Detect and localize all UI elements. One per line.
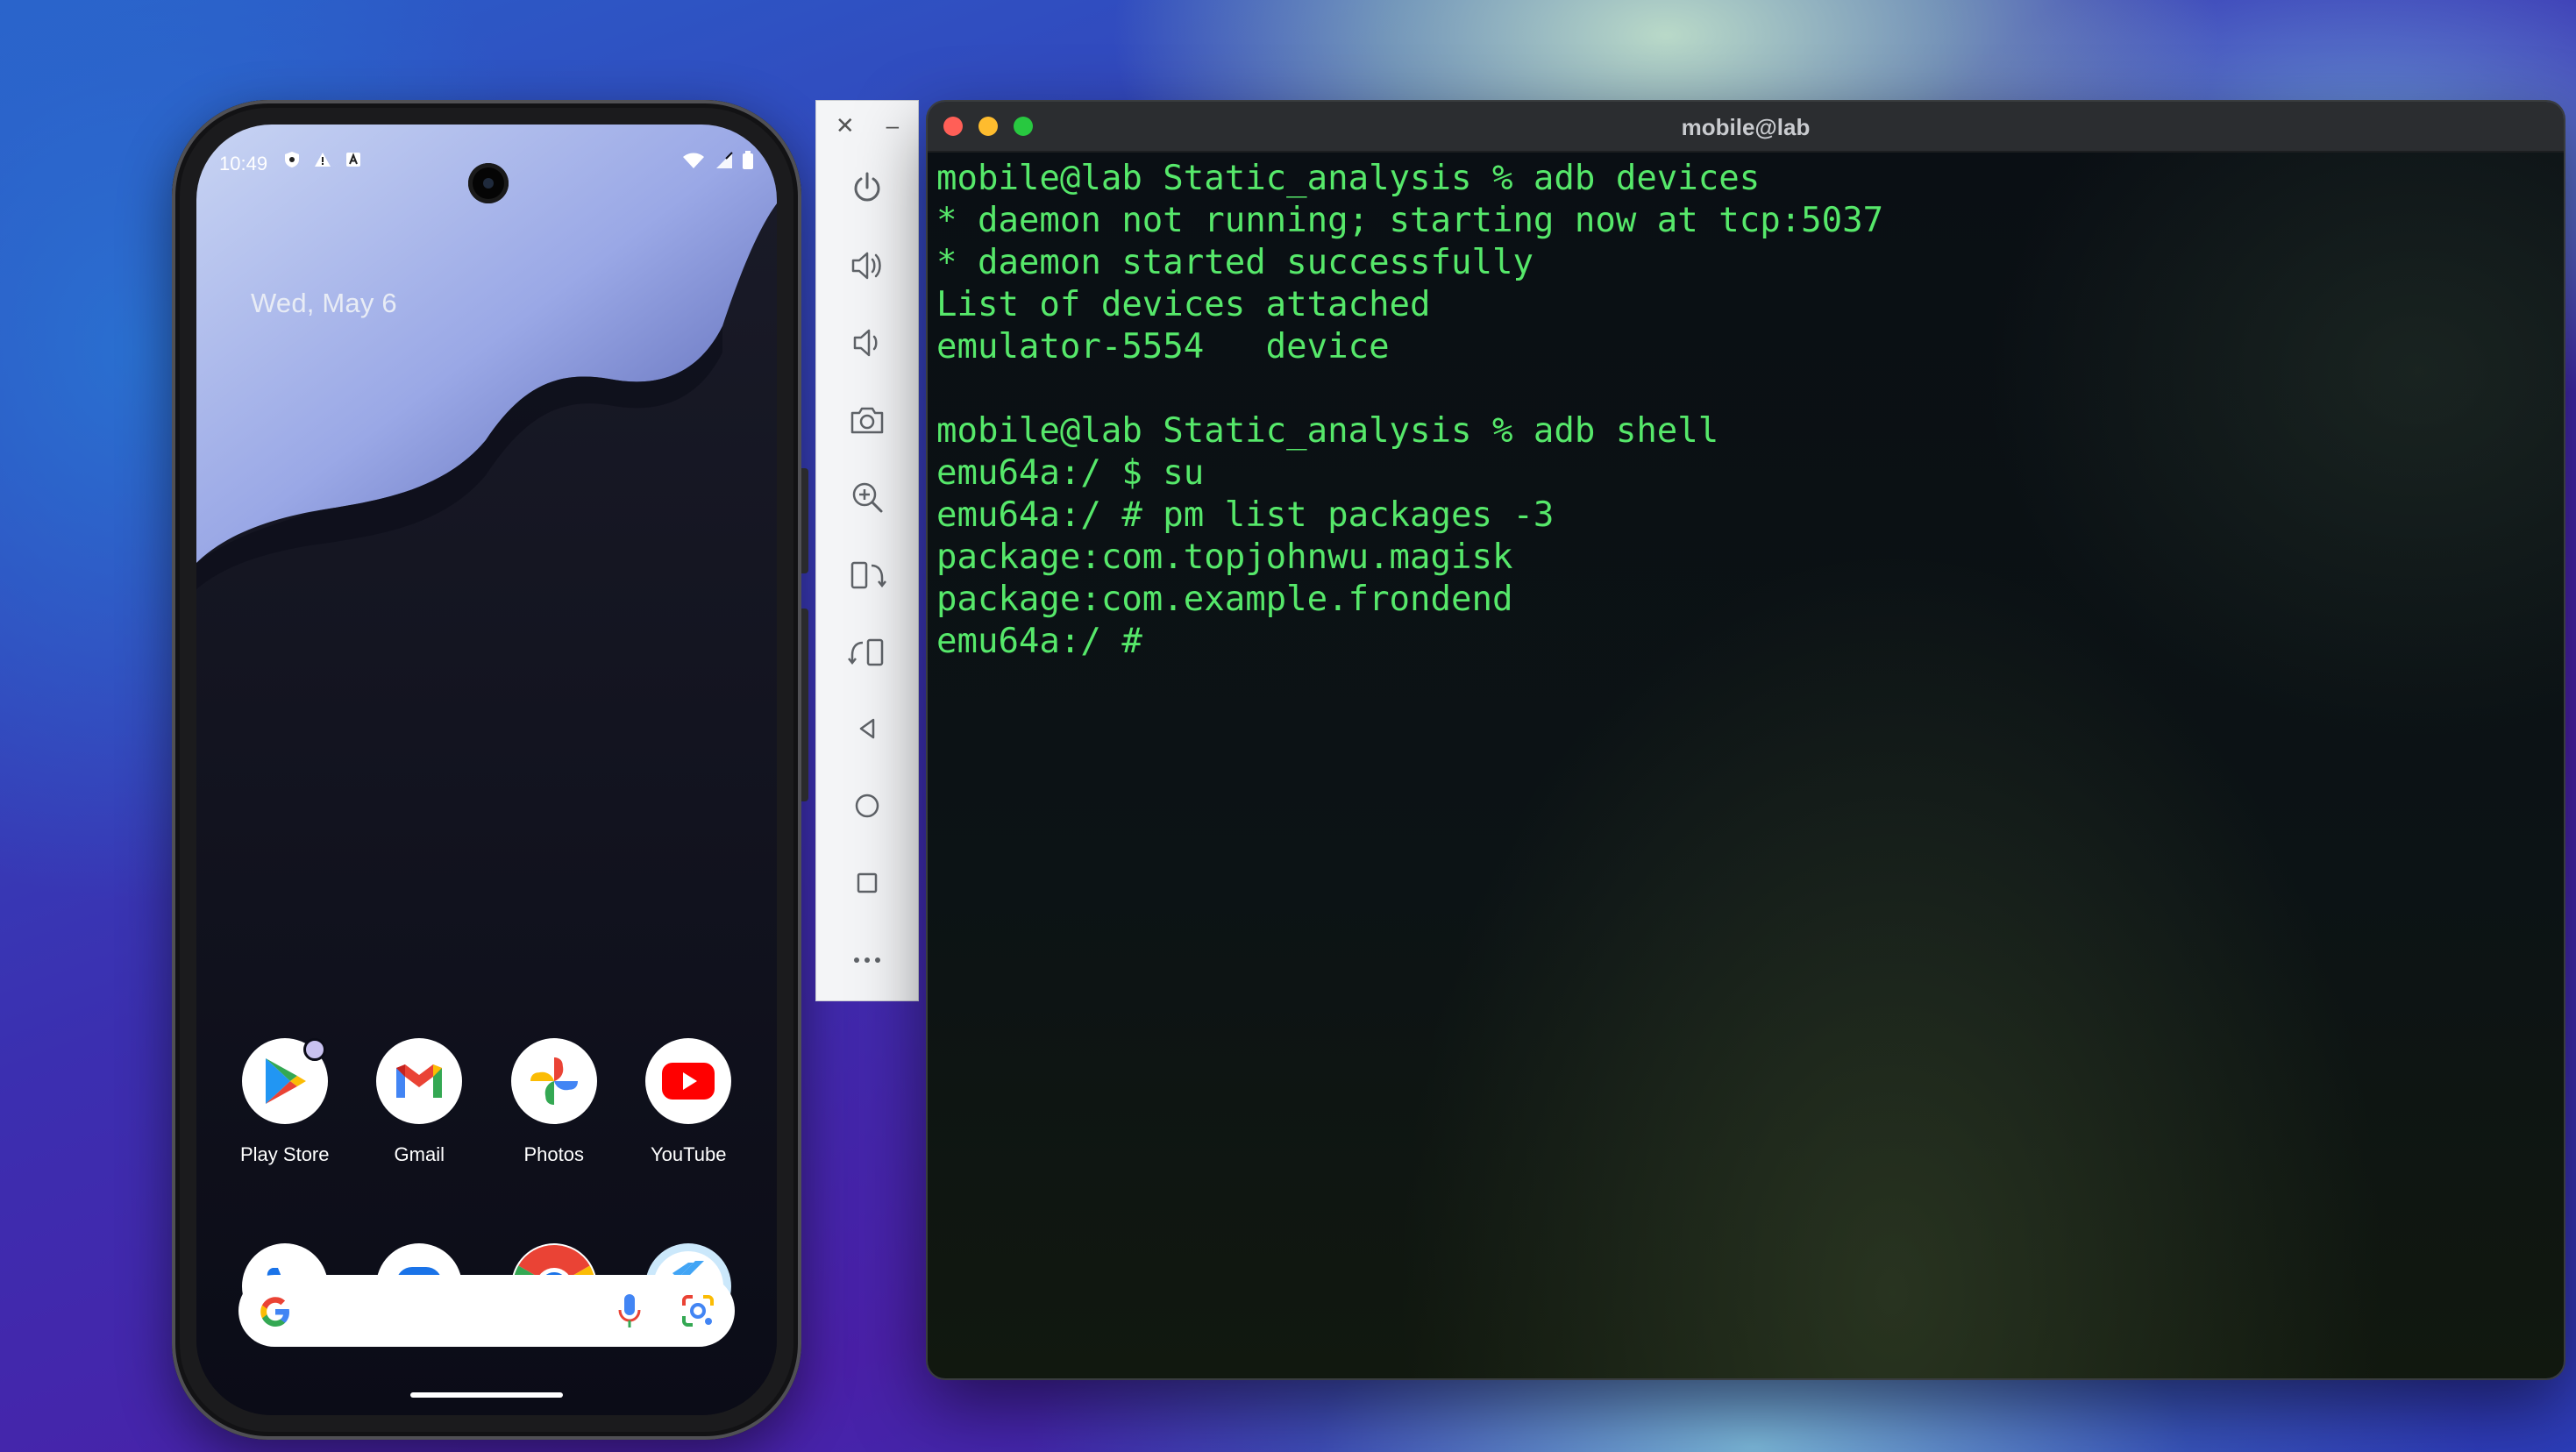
lens-icon[interactable]	[680, 1293, 715, 1328]
more-button[interactable]	[816, 922, 918, 999]
terminal-line: mobile@lab Static_analysis % adb devices	[936, 159, 1761, 198]
emulator-toolbar: ✕ –	[815, 100, 919, 1001]
power-button[interactable]	[816, 150, 918, 227]
terminal-line: emulator-5554 device	[936, 327, 1390, 367]
microphone-icon[interactable]	[617, 1292, 642, 1329]
signal-icon	[716, 152, 733, 168]
app-label: Gmail	[394, 1143, 445, 1165]
font-a-icon	[346, 153, 360, 167]
home-button[interactable]	[816, 767, 918, 844]
zoom-button[interactable]	[816, 459, 918, 536]
volume-up-icon	[851, 252, 881, 280]
rotate-right-button[interactable]	[816, 613, 918, 690]
minimize-icon[interactable]: –	[886, 112, 899, 139]
google-g-icon	[260, 1297, 289, 1327]
power-side-button	[801, 468, 808, 573]
terminal-window[interactable]: mobile@lab mobile@lab Static_analysis % …	[928, 102, 2564, 1378]
front-camera	[468, 163, 509, 203]
app-gmail[interactable]: Gmail	[352, 1038, 487, 1166]
rotate-left-button[interactable]	[816, 536, 918, 613]
terminal-line: emu64a:/ $ su	[936, 453, 1205, 493]
app-photos[interactable]: Photos	[487, 1038, 622, 1166]
photos-icon[interactable]	[510, 1038, 597, 1124]
wifi-icon	[683, 153, 704, 168]
toolbar-window-controls: ✕ –	[816, 101, 918, 150]
close-icon[interactable]: ✕	[836, 112, 855, 139]
terminal-line: * daemon not running; starting now at tc…	[936, 201, 1884, 240]
battery-icon	[743, 151, 753, 169]
terminal-line: List of devices attached	[936, 285, 1431, 324]
warning-icon	[315, 153, 331, 167]
gmail-icon[interactable]	[376, 1038, 463, 1124]
notification-dot	[302, 1038, 326, 1061]
volume-down-button[interactable]	[816, 304, 918, 381]
terminal-line: package:com.example.frondend	[936, 580, 1513, 619]
app-row-1: Play Store Gmail Photos YouTube	[217, 1038, 756, 1166]
shield-icon	[285, 152, 299, 167]
rotate-left-icon	[850, 561, 886, 589]
date-widget[interactable]: Wed, May 6	[251, 288, 397, 319]
back-button[interactable]	[816, 690, 918, 767]
app-label: Play Store	[240, 1143, 330, 1165]
volume-down-icon	[853, 329, 878, 357]
terminal-line: emu64a:/ # pm list packages -3	[936, 495, 1555, 535]
app-youtube[interactable]: YouTube	[622, 1038, 757, 1166]
back-icon	[859, 718, 875, 739]
phone-screen[interactable]: 10:49 Wed, May 6 Play Store Gmail Photos…	[196, 125, 777, 1415]
rotate-right-icon	[848, 638, 884, 666]
screenshot-button[interactable]	[816, 381, 918, 459]
play-store-icon[interactable]	[241, 1038, 328, 1124]
terminal-line: mobile@lab Static_analysis % adb shell	[936, 411, 1719, 451]
power-icon	[854, 172, 880, 202]
overview-button[interactable]	[816, 844, 918, 922]
volume-side-button	[801, 609, 808, 801]
terminal-line: * daemon started successfully	[936, 243, 1534, 282]
google-search-bar[interactable]	[238, 1275, 735, 1347]
zoom-icon	[852, 482, 883, 513]
android-emulator-phone: 10:49 Wed, May 6 Play Store Gmail Photos…	[172, 100, 808, 1440]
terminal-line: package:com.topjohnwu.magisk	[936, 537, 1513, 577]
home-icon	[855, 794, 879, 818]
overview-icon	[857, 872, 878, 893]
status-time: 10:49	[219, 153, 268, 174]
terminal-titlebar[interactable]: mobile@lab	[928, 102, 2564, 153]
camera-icon	[850, 407, 884, 434]
terminal-prompt[interactable]: emu64a:/ #	[936, 621, 1883, 663]
terminal-title: mobile@lab	[1681, 114, 1811, 140]
youtube-icon[interactable]	[645, 1038, 732, 1124]
volume-up-button[interactable]	[816, 227, 918, 304]
app-label: YouTube	[651, 1143, 727, 1165]
terminal-output[interactable]: mobile@lab Static_analysis % adb devices…	[928, 153, 2564, 1378]
more-icon	[854, 957, 880, 963]
app-label: Photos	[523, 1143, 585, 1165]
gesture-navigation-bar[interactable]	[410, 1392, 563, 1398]
app-play-store[interactable]: Play Store	[217, 1038, 352, 1166]
